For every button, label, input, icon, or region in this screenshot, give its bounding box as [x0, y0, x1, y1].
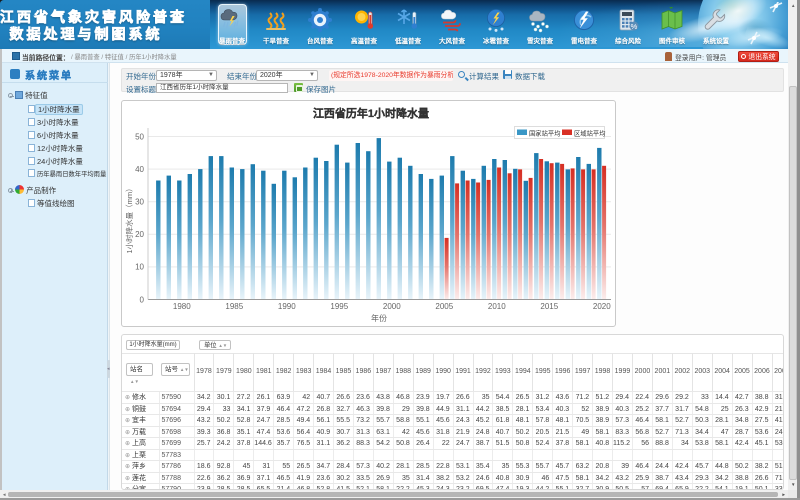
svg-text:%: %: [631, 22, 638, 31]
svg-text:50: 50: [135, 132, 144, 141]
svg-text:2000: 2000: [383, 302, 401, 311]
svg-text:0: 0: [140, 295, 145, 304]
svg-text:1小时降水量（mm）: 1小时降水量（mm）: [125, 184, 134, 253]
svg-text:国家站平均: 国家站平均: [529, 128, 560, 137]
svg-text:40: 40: [135, 165, 144, 174]
svg-text:1980: 1980: [173, 302, 191, 311]
svg-text:2010: 2010: [488, 302, 506, 311]
svg-text:1985: 1985: [225, 302, 243, 311]
svg-text:1990: 1990: [278, 302, 296, 311]
svg-text:2020: 2020: [593, 302, 611, 311]
svg-text:江西省历年1小时降水量: 江西省历年1小时降水量: [313, 106, 429, 120]
svg-text:1995: 1995: [330, 302, 348, 311]
svg-text:20: 20: [135, 230, 144, 239]
svg-text:年份: 年份: [371, 313, 387, 323]
svg-text:区域站平均: 区域站平均: [574, 128, 605, 137]
svg-text:2015: 2015: [540, 302, 558, 311]
svg-text:30: 30: [135, 198, 144, 207]
svg-text:10: 10: [135, 263, 144, 272]
svg-text:2005: 2005: [435, 302, 453, 311]
